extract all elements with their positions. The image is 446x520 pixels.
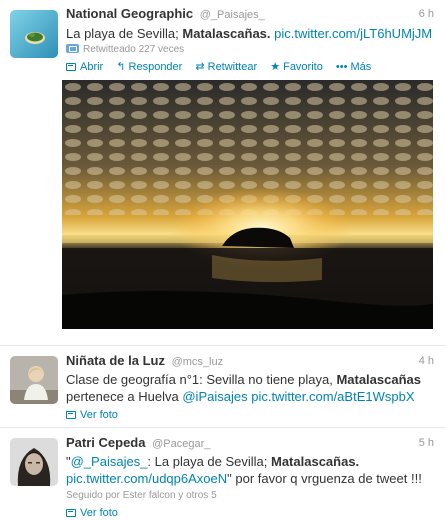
reply-label: Responder [128,61,183,73]
tweet-text: "@_Paisajes_: La playa de Sevilla; Matal… [66,454,360,469]
retweet-icon: ⇄ [195,61,205,73]
tweet-text-plain: La playa de Sevilla; [66,26,183,41]
tweet-text: La playa de Sevilla; Matalascañas. pic.t… [66,25,438,42]
tweet-text-plain: Clase de geografía n°1: Sevilla no tiene… [66,372,337,387]
tweet-actions: Ver foto [66,408,438,422]
tweet-actions: Abrir ↰ Responder ⇄ Retwittear ★ Favorito •… [66,60,438,74]
tweet-text-highlight: Matalascañas. [182,26,271,41]
more-button[interactable]: ••• Más [336,60,371,74]
tweet-photo-link[interactable]: pic.twitter.com/aBtE1WspbX [251,389,414,404]
photo-icon [66,411,76,419]
tweet-text-line2: pertenece a Huelva @iPaisajes pic.twitte… [66,388,438,405]
social-context[interactable]: Seguido por Ester falcon y otros 5 [66,490,438,502]
view-photo-label: Ver foto [80,507,118,519]
avatar[interactable] [10,438,58,486]
open-label: Abrir [80,61,104,73]
tweet-text-highlight: Matalascañas. [271,454,360,469]
tweet-fullname[interactable]: Patri Cepeda [66,435,145,450]
avatar[interactable] [10,10,58,58]
retweet-button[interactable]: ⇄ Retwittear [195,60,257,74]
tweet-timestamp[interactable]: 6 h [419,6,434,22]
tweet-photo-link[interactable]: pic.twitter.com/udqp6AxoeN [66,471,227,486]
tweet-actions: Ver foto [66,506,438,520]
favorite-button[interactable]: ★ Favorito [270,60,323,74]
tweet-text: Clase de geografía n°1: Sevilla no tiene… [66,371,438,388]
tweet-text-highlight: Matalascañas [336,372,421,387]
tweet-photo-link[interactable]: pic.twitter.com/jLT6hUMjJM [274,26,432,41]
avatar[interactable] [10,356,58,404]
view-photo-label: Ver foto [80,409,118,421]
open-button[interactable]: Abrir [66,60,103,74]
tweet-text-plain: " por favor q vrguenza de tweet !!! [227,471,422,486]
tweet-national-geographic[interactable]: National Geographic @_Paisajes_ 6 h La p… [0,0,446,338]
tweet-fullname[interactable]: National Geographic [66,6,193,21]
more-dots-icon: ••• [335,61,348,73]
tweet-text-plain: : La playa de Sevilla; [147,454,271,469]
tweet-ninata-de-la-luz[interactable]: Niñata de la Luz @mcs_luz 4 h Clase de g… [0,345,446,427]
tweet-username[interactable]: @_Paisajes_ [200,9,265,21]
tweet-timestamp[interactable]: 5 h [419,435,434,451]
star-icon: ★ [270,61,281,73]
tweet-patri-cepeda[interactable]: Patri Cepeda @Pacegar_ 5 h "@_Paisajes_:… [0,427,446,520]
view-photo-button[interactable]: Ver foto [66,506,118,520]
retweet-count: Retwitteado 227 veces [66,44,438,56]
mention-link[interactable]: @_Paisajes_ [71,454,148,469]
more-label: Más [350,61,372,73]
mention-link[interactable]: @iPaisajes [182,389,247,404]
reply-button[interactable]: ↰ Responder [116,60,182,74]
tweet-text-plain: pertenece a Huelva [66,389,183,404]
favorite-label: Favorito [283,61,323,73]
retweet-label: Retwittear [207,61,258,73]
tweet-photo[interactable] [62,80,433,329]
photo-icon [66,509,76,517]
retweet-badge-icon [66,44,79,53]
view-photo-button[interactable]: Ver foto [66,408,118,422]
reply-icon: ↰ [116,61,126,73]
tweet-username[interactable]: @mcs_luz [172,356,224,368]
tweet-fullname[interactable]: Niñata de la Luz [66,353,165,368]
photo-icon [66,63,76,71]
tweet-text-line2: pic.twitter.com/udqp6AxoeN" por favor q … [66,470,438,487]
tweet-username[interactable]: @Pacegar_ [152,438,210,450]
retweet-count-label: Retwitteado 227 veces [83,44,185,55]
tweet-timestamp[interactable]: 4 h [419,353,434,369]
